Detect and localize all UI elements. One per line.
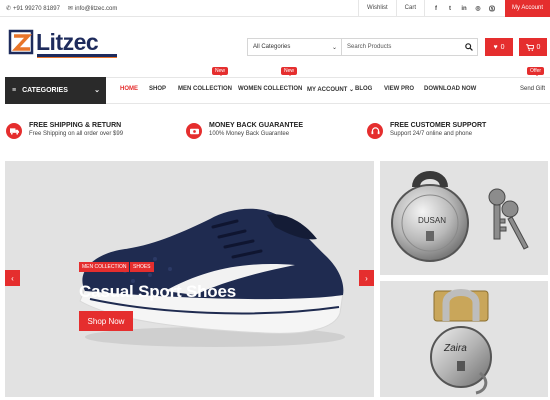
search-icon (465, 43, 473, 51)
headset-icon (367, 123, 383, 139)
nav-home[interactable]: HOME (120, 86, 138, 92)
linkedin-icon[interactable]: in (457, 6, 471, 12)
logo-underline-accent (37, 57, 117, 58)
phone-icon: ✆ (6, 6, 12, 12)
slide-title: Casual Sport Shoes (79, 282, 236, 301)
lock-brand: Zaira (443, 343, 467, 354)
new-badge: New (281, 67, 298, 76)
chevron-left-icon: ‹ (11, 273, 14, 283)
chevron-down-icon: ⌄ (349, 87, 355, 93)
wishlist-button[interactable]: ♥ 0 (485, 38, 513, 56)
shoe-image (79, 208, 345, 347)
slider-next-button[interactable]: › (359, 270, 374, 286)
pinterest-icon[interactable]: ⓹ (485, 4, 499, 13)
feature-title: FREE CUSTOMER SUPPORT (390, 122, 487, 129)
feature-subtitle: Free Shipping on all order over $99 (29, 131, 124, 137)
phone-contact[interactable]: ✆ +91 99270 81897 (6, 5, 60, 13)
my-account-button[interactable]: My Account (505, 0, 550, 17)
mail-icon: ✉ (67, 6, 73, 12)
nav-my-account[interactable]: MY ACCOUNT ⌄ (307, 86, 354, 93)
feature-title: FREE SHIPPING & RETURN (29, 122, 122, 129)
side-product-card[interactable]: Zaira (380, 281, 548, 397)
nav-blog[interactable]: BLOG (355, 86, 372, 92)
cart-link[interactable]: Cart (395, 0, 425, 17)
nav-view-pro[interactable]: VIEW PRO (384, 86, 414, 92)
feature-support: FREE CUSTOMER SUPPORT Support 24/7 onlin… (367, 122, 486, 139)
truck-icon (6, 123, 22, 139)
twitter-icon[interactable]: t (443, 6, 457, 12)
cart-button[interactable]: 0 (519, 38, 547, 56)
nav-shop[interactable]: SHOP (149, 86, 166, 92)
search-button[interactable] (461, 39, 477, 55)
slider-prev-button[interactable]: ‹ (5, 270, 20, 286)
padlock-round-icon: DUSAN (391, 171, 529, 262)
chevron-down-icon: ⌄ (331, 45, 337, 51)
top-bar: ✆ +91 99270 81897 ✉ info@litzec.com Wish… (0, 0, 550, 17)
feature-shipping: FREE SHIPPING & RETURN Free Shipping on … (6, 122, 123, 139)
email-contact[interactable]: ✉ info@litzec.com (67, 5, 117, 13)
instagram-icon[interactable]: ◎ (471, 5, 485, 12)
nav-men-collection[interactable]: MEN COLLECTION (178, 86, 232, 92)
cart-icon (525, 43, 534, 51)
padlock-shackle-icon: Zaira (430, 289, 492, 395)
logo-text: Litzec (36, 29, 99, 55)
facebook-icon[interactable]: f (429, 6, 443, 12)
chevron-right-icon: › (365, 273, 368, 283)
nav-send-gift[interactable]: Send Gift (520, 86, 545, 92)
logo-mark-icon (8, 29, 34, 55)
offer-badge: Offer (527, 67, 545, 76)
lock-brand: DUSAN (418, 216, 446, 225)
feature-subtitle: Support 24/7 online and phone (390, 131, 473, 137)
shop-now-button[interactable]: Shop Now (79, 311, 133, 331)
category-select[interactable]: All Categories ⌄ (248, 39, 342, 55)
nav-download-now[interactable]: DOWNLOAD NOW (424, 86, 476, 92)
feature-subtitle: 100% Money Back Guarantee (209, 131, 290, 137)
slide-category-chip[interactable]: SHOES (130, 262, 154, 272)
heart-icon: ♥ (493, 43, 498, 51)
new-badge: New (212, 67, 229, 76)
search-input[interactable]: Search Products (342, 39, 461, 55)
search-bar: All Categories ⌄ Search Products (247, 38, 478, 56)
hamburger-icon: ≡ (12, 87, 17, 94)
feature-title: MONEY BACK GUARANTEE (209, 122, 303, 129)
hero-slider (5, 161, 374, 397)
side-product-card[interactable]: DUSAN (380, 161, 548, 275)
wishlist-link[interactable]: Wishlist (357, 0, 396, 17)
feature-money-back: MONEY BACK GUARANTEE 100% Money Back Gua… (186, 122, 303, 139)
money-icon (186, 123, 202, 139)
chevron-down-icon: ⌄ (94, 87, 100, 94)
slide-category-chip[interactable]: MEN COLLECTION (79, 262, 130, 272)
nav-women-collection[interactable]: WOMEN COLLECTION (238, 86, 302, 92)
categories-menu[interactable]: ≡ CATEGORIES ⌄ (5, 77, 106, 104)
site-logo[interactable]: Litzec (8, 28, 120, 58)
